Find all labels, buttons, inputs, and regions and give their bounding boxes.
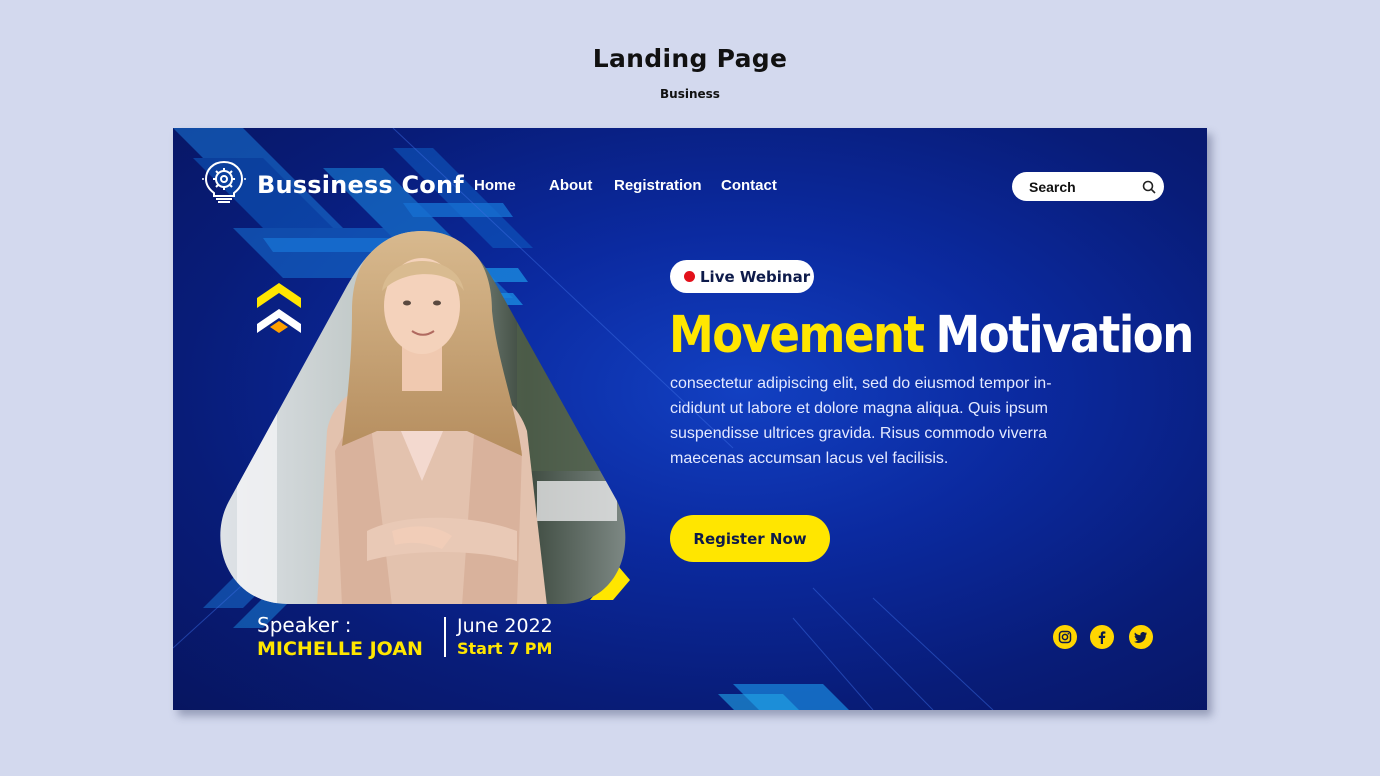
info-divider	[444, 617, 446, 657]
search-icon[interactable]	[1134, 180, 1164, 194]
event-time: Start 7 PM	[457, 639, 553, 658]
speaker-photo	[217, 231, 629, 606]
nav-registration[interactable]: Registration	[614, 177, 702, 194]
page-subtitle: Business	[660, 87, 720, 101]
nav-contact[interactable]: Contact	[721, 177, 777, 194]
brand-logo[interactable]: Bussiness Conf	[201, 158, 464, 211]
twitter-icon[interactable]	[1129, 625, 1153, 649]
live-dot-icon	[684, 271, 695, 282]
instagram-icon[interactable]	[1053, 625, 1077, 649]
speaker-name: MICHELLE JOAN	[257, 638, 423, 660]
description-line: maecenas accumsan lacus vel facilisis.	[670, 450, 949, 467]
register-now-button[interactable]: Register Now	[670, 515, 830, 562]
hero-headline: Movement Motivation	[669, 305, 1195, 365]
lightbulb-gear-icon	[201, 158, 247, 211]
speaker-label: Speaker :	[257, 613, 352, 637]
headline-rest: Motivation	[935, 305, 1195, 365]
description-line: cididunt ut labore et dolore magna aliqu…	[670, 400, 1048, 417]
hero-description: consectetur adipiscing elit, sed do eius…	[670, 371, 1060, 471]
page-title: Landing Page	[592, 44, 788, 73]
brand-name: Bussiness Conf	[257, 170, 464, 199]
search-placeholder: Search	[1029, 178, 1076, 195]
search-input[interactable]: Search	[1012, 172, 1164, 201]
description-line: consectetur adipiscing elit, sed do eius…	[670, 375, 1052, 392]
facebook-icon[interactable]	[1090, 625, 1114, 649]
nav-about[interactable]: About	[549, 177, 592, 194]
description-line: suspendisse ultrices gravida. Risus comm…	[670, 425, 1048, 442]
landing-banner: Bussiness Conf Home About Registration C…	[173, 128, 1207, 710]
event-date: June 2022	[457, 615, 553, 637]
nav-home[interactable]: Home	[474, 177, 516, 194]
headline-highlight: Movement	[669, 305, 925, 365]
live-webinar-badge: Live Webinar	[670, 260, 814, 293]
live-webinar-label: Live Webinar	[700, 267, 811, 286]
